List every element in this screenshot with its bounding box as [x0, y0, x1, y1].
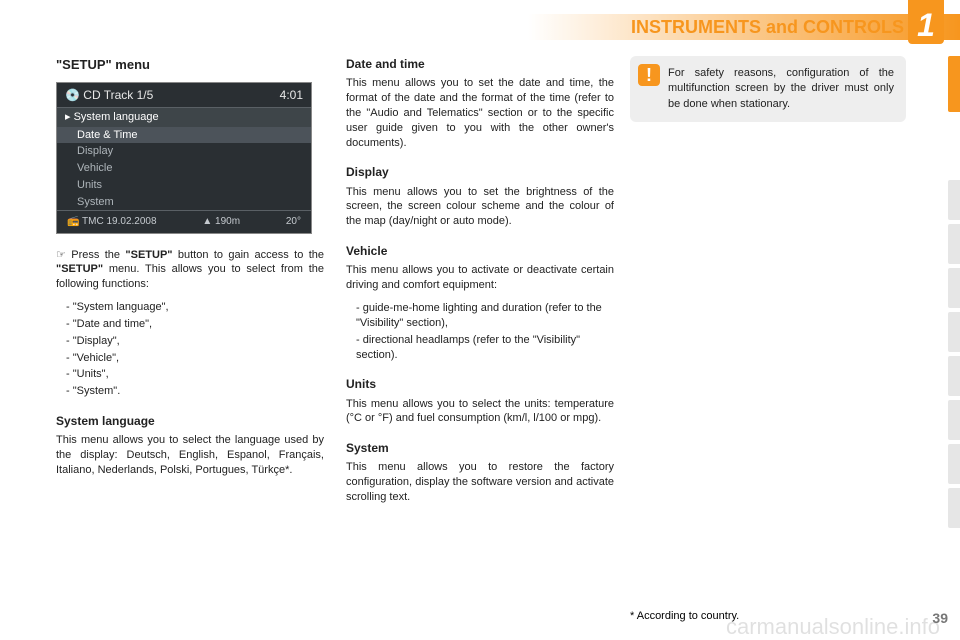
screenshot-bottom-bar: 📻 TMC 19.02.2008 ▲ 190m 20°: [57, 210, 311, 233]
screenshot-bottom-mid: ▲ 190m: [202, 215, 240, 229]
vehicle-heading: Vehicle: [346, 243, 614, 259]
screenshot-bottom-left: 📻 TMC 19.02.2008: [67, 215, 157, 229]
edge-tabs: [948, 120, 960, 528]
system-text: This menu allows you to restore the fact…: [346, 460, 614, 505]
screenshot-top-left: 💿 CD Track 1/5: [65, 87, 153, 103]
header-title: INSTRUMENTS and CONTROLS: [631, 17, 904, 38]
screenshot-top-bar: 💿 CD Track 1/5 4:01: [57, 83, 311, 108]
text: button to gain access to the: [173, 249, 325, 261]
units-heading: Units: [346, 376, 614, 392]
column-left: "SETUP" menu 💿 CD Track 1/5 4:01 ▸ Syste…: [56, 56, 324, 616]
edge-tab: [948, 400, 960, 440]
text: ☞ Press the: [56, 249, 125, 261]
page-body: "SETUP" menu 💿 CD Track 1/5 4:01 ▸ Syste…: [56, 56, 616, 616]
edge-tab: [948, 180, 960, 220]
column-right: Date and time This menu allows you to se…: [346, 56, 614, 616]
screenshot-bottom-right: 20°: [286, 215, 301, 229]
edge-tab: [948, 488, 960, 528]
screenshot-item: System: [57, 194, 311, 211]
edge-tab: [948, 312, 960, 352]
system-language-heading: System language: [56, 413, 324, 429]
date-time-heading: Date and time: [346, 56, 614, 72]
edge-tab-active: [948, 56, 960, 112]
screenshot-item: Date & Time: [57, 127, 311, 144]
warning-icon: !: [638, 64, 660, 86]
list-item: - directional headlamps (refer to the "V…: [356, 333, 614, 363]
edge-tab: [948, 224, 960, 264]
edge-tab: [948, 356, 960, 396]
display-text: This menu allows you to set the brightne…: [346, 185, 614, 230]
list-item: - "System".: [66, 384, 324, 399]
vehicle-text: This menu allows you to activate or deac…: [346, 263, 614, 293]
setup-menu-heading: "SETUP" menu: [56, 56, 324, 74]
list-item: - guide-me-home lighting and duration (r…: [356, 301, 614, 331]
safety-callout: ! For safety reasons, configuration of t…: [630, 56, 906, 122]
system-heading: System: [346, 440, 614, 456]
list-item: - "System language",: [66, 300, 324, 315]
screenshot-item: Units: [57, 177, 311, 194]
edge-tab: [948, 268, 960, 308]
system-language-text: This menu allows you to select the langu…: [56, 433, 324, 478]
display-heading: Display: [346, 164, 614, 180]
setup-strong: "SETUP": [56, 263, 103, 275]
units-text: This menu allows you to select the units…: [346, 397, 614, 427]
screenshot-menu-title: ▸ System language: [57, 108, 311, 127]
functions-list: - "System language", - "Date and time", …: [66, 300, 324, 399]
screenshot-item: Vehicle: [57, 160, 311, 177]
watermark: carmanualsonline.info: [726, 614, 940, 640]
list-item: - "Date and time",: [66, 317, 324, 332]
edge-tab: [948, 444, 960, 484]
press-setup-paragraph: ☞ Press the "SETUP" button to gain acces…: [56, 248, 324, 293]
chapter-number: 1: [908, 0, 944, 44]
setup-strong: "SETUP": [125, 249, 172, 261]
list-item: - "Display",: [66, 334, 324, 349]
list-item: - "Units",: [66, 367, 324, 382]
list-item: - "Vehicle",: [66, 351, 324, 366]
setup-screenshot: 💿 CD Track 1/5 4:01 ▸ System language Da…: [56, 82, 312, 234]
header-band: INSTRUMENTS and CONTROLS: [0, 14, 960, 40]
date-time-text: This menu allows you to set the date and…: [346, 76, 614, 150]
vehicle-list: - guide-me-home lighting and duration (r…: [356, 301, 614, 362]
callout-text: For safety reasons, configuration of the…: [668, 67, 894, 110]
screenshot-item: Display: [57, 143, 311, 160]
footnote: * According to country.: [630, 610, 739, 622]
screenshot-top-right: 4:01: [280, 87, 303, 103]
